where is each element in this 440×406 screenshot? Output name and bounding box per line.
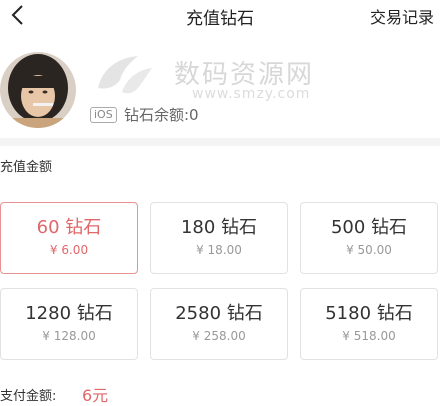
option-price: ¥ 258.00 bbox=[192, 329, 246, 343]
payment-amount-label: 支付金额: bbox=[0, 389, 57, 404]
recharge-option-2580[interactable]: 2580 钻石 ¥ 258.00 bbox=[150, 288, 288, 360]
option-price: ¥ 128.00 bbox=[42, 329, 96, 343]
option-price: ¥ 518.00 bbox=[342, 329, 396, 343]
option-amount: 2580 钻石 bbox=[175, 303, 263, 324]
transaction-history-link[interactable]: 交易记录 bbox=[370, 4, 434, 28]
recharge-amount-label: 充值金额 bbox=[0, 160, 53, 175]
recharge-option-1280[interactable]: 1280 钻石 ¥ 128.00 bbox=[0, 288, 138, 360]
nav-bar: 充值钻石 交易记录 bbox=[0, 0, 440, 34]
option-price: ¥ 6.00 bbox=[49, 243, 89, 257]
recharge-option-60[interactable]: 60 钻石 ¥ 6.00 bbox=[0, 202, 138, 274]
watermark: 数码资源网 www.smzy.com bbox=[92, 48, 342, 104]
option-amount: 500 钻石 bbox=[330, 217, 408, 238]
option-price: ¥ 50.00 bbox=[346, 243, 392, 257]
watermark-url: www.smzy.com bbox=[192, 86, 311, 102]
avatar-image bbox=[0, 52, 76, 128]
option-price: ¥ 18.00 bbox=[196, 243, 242, 257]
option-amount: 60 钻石 bbox=[36, 217, 102, 238]
watermark-logo-icon bbox=[98, 56, 152, 94]
recharge-option-5180[interactable]: 5180 钻石 ¥ 518.00 bbox=[300, 288, 438, 360]
platform-badge: iOS bbox=[90, 107, 117, 123]
payment-amount-value: 6元 bbox=[82, 386, 109, 405]
diamond-balance: 钻石余额:0 bbox=[124, 106, 199, 124]
avatar[interactable] bbox=[0, 52, 76, 128]
option-amount: 1280 钻石 bbox=[25, 303, 113, 324]
option-amount: 5180 钻石 bbox=[325, 303, 413, 324]
option-amount: 180 钻石 bbox=[180, 217, 258, 238]
section-divider bbox=[0, 138, 440, 146]
recharge-option-500[interactable]: 500 钻石 ¥ 50.00 bbox=[300, 202, 438, 274]
recharge-option-180[interactable]: 180 钻石 ¥ 18.00 bbox=[150, 202, 288, 274]
